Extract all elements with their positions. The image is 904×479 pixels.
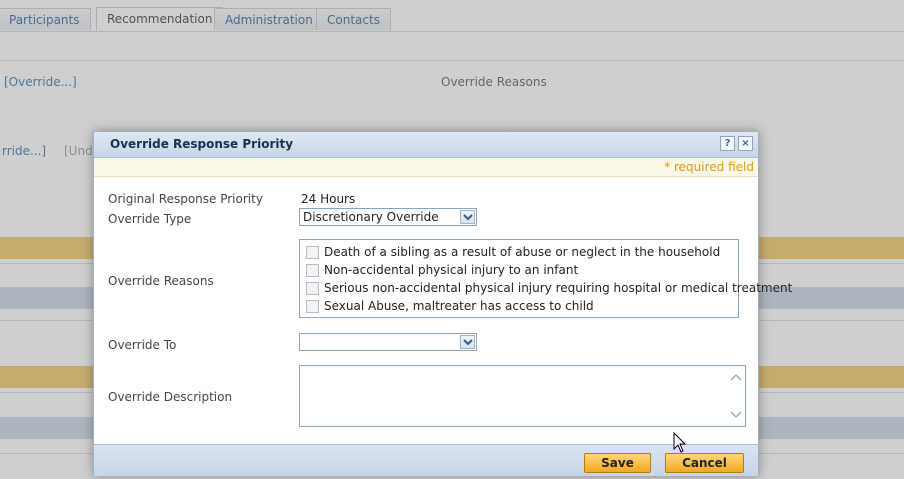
override-description-label: Override Description: [108, 390, 233, 404]
reason-label: Death of a sibling as a result of abuse …: [324, 245, 721, 259]
help-icon[interactable]: ?: [720, 136, 735, 151]
required-field-note-row: * required field: [94, 158, 758, 177]
mouse-cursor-icon: [673, 432, 687, 453]
reason-label: Non-accidental physical injury to an inf…: [324, 263, 579, 277]
reason-checkbox[interactable]: [306, 246, 319, 259]
close-icon[interactable]: ×: [738, 136, 753, 151]
override-description-textarea[interactable]: [299, 365, 746, 427]
chevron-up-icon[interactable]: [730, 374, 742, 381]
chevron-down-icon[interactable]: [730, 411, 742, 418]
override-response-priority-dialog: Override Response Priority ? × * require…: [93, 131, 792, 476]
dialog-title: Override Response Priority: [110, 137, 294, 151]
reason-checkbox[interactable]: [306, 300, 319, 313]
override-reasons-list: Death of a sibling as a result of abuse …: [299, 239, 792, 318]
save-button[interactable]: Save: [584, 453, 651, 473]
override-reasons-label: Override Reasons: [108, 274, 214, 288]
override-type-select[interactable]: Discretionary Override: [299, 208, 477, 226]
override-to-select[interactable]: [299, 333, 477, 351]
reason-checkbox[interactable]: [306, 264, 319, 277]
cancel-button[interactable]: Cancel: [665, 453, 744, 473]
original-priority-label: Original Response Priority: [108, 192, 263, 206]
reason-label: Sexual Abuse, maltreater has access to c…: [324, 299, 594, 313]
scrollbar[interactable]: [729, 372, 743, 420]
override-type-label: Override Type: [108, 212, 192, 226]
original-priority-value: 24 Hours: [301, 192, 356, 206]
required-field-note: * required field: [664, 160, 754, 174]
chevron-down-icon[interactable]: [460, 335, 475, 349]
dialog-header: Override Response Priority ? ×: [94, 132, 758, 158]
override-type-value: Discretionary Override: [303, 210, 439, 224]
reason-checkbox[interactable]: [306, 282, 319, 295]
reason-label: Serious non-accidental physical injury r…: [324, 281, 793, 295]
dialog-footer: Save Cancel: [94, 444, 758, 476]
chevron-down-icon[interactable]: [460, 210, 475, 224]
override-to-label: Override To: [108, 338, 177, 352]
